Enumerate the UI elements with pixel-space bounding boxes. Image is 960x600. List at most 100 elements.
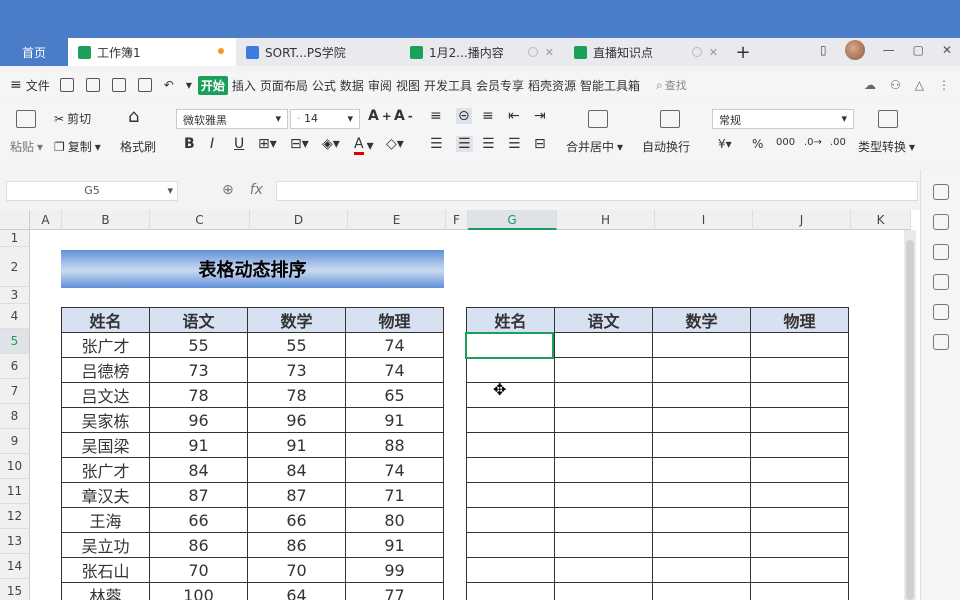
minimize-icon[interactable]: — xyxy=(883,43,895,57)
type-convert-button[interactable]: 类型转换 ▾ xyxy=(858,138,915,155)
tab-home[interactable]: 首页 xyxy=(0,38,68,66)
column-header[interactable]: C xyxy=(150,210,250,230)
column-header[interactable]: J xyxy=(753,210,851,230)
increase-decimal-icon[interactable]: .0→ xyxy=(804,137,822,148)
empty-cell[interactable] xyxy=(652,582,751,600)
table-header[interactable]: 数学 xyxy=(247,307,346,333)
settings-sliders-icon[interactable] xyxy=(932,184,949,200)
table-cell[interactable]: 70 xyxy=(247,557,346,583)
column-header[interactable]: I xyxy=(655,210,753,230)
table-cell[interactable]: 100 xyxy=(149,582,248,600)
empty-cell[interactable] xyxy=(652,507,751,533)
empty-cell[interactable] xyxy=(750,407,849,433)
empty-cell[interactable] xyxy=(652,332,751,358)
empty-cell[interactable] xyxy=(652,357,751,383)
pointer-icon[interactable] xyxy=(932,214,949,230)
undo-icon[interactable]: ↶ xyxy=(164,78,174,92)
table-cell[interactable]: 吴立功 xyxy=(61,532,150,558)
column-header[interactable]: D xyxy=(250,210,348,230)
empty-cell[interactable] xyxy=(554,357,653,383)
row-header[interactable]: 4 xyxy=(0,304,30,329)
table-header[interactable]: 物理 xyxy=(345,307,444,333)
table-cell[interactable]: 96 xyxy=(247,407,346,433)
menu-data[interactable]: 数据 xyxy=(340,77,364,94)
empty-cell[interactable] xyxy=(652,432,751,458)
table-cell[interactable]: 73 xyxy=(247,357,346,383)
empty-cell[interactable] xyxy=(750,482,849,508)
table-cell[interactable]: 84 xyxy=(149,457,248,483)
table-header[interactable]: 物理 xyxy=(750,307,849,333)
empty-cell[interactable] xyxy=(652,532,751,558)
empty-cell[interactable] xyxy=(466,407,555,433)
empty-cell[interactable] xyxy=(750,332,849,358)
indent-decrease-icon[interactable]: ⇤ xyxy=(508,108,520,124)
fill-color-icon[interactable]: ◈▾ xyxy=(322,136,340,152)
table-cell[interactable]: 55 xyxy=(149,332,248,358)
menu-formula[interactable]: 公式 xyxy=(312,77,336,94)
empty-cell[interactable] xyxy=(554,432,653,458)
empty-cell[interactable] xyxy=(466,332,555,358)
table-cell[interactable]: 87 xyxy=(149,482,248,508)
menu-vip[interactable]: 会员专享 xyxy=(476,77,524,94)
menu-start[interactable]: 开始 xyxy=(197,75,228,95)
tab-sort-ps[interactable]: SORT...PS学院 xyxy=(236,38,400,66)
cloud-icon[interactable]: ☁ xyxy=(864,78,876,92)
tools-icon[interactable] xyxy=(932,304,949,320)
brush-icon[interactable]: ⌂ xyxy=(128,106,139,127)
table-header[interactable]: 数学 xyxy=(652,307,751,333)
zoom-icon[interactable]: ⊕ xyxy=(222,182,234,198)
tab-live-content[interactable]: 1月2...播内容 ✕ xyxy=(400,38,564,66)
column-header[interactable]: B xyxy=(62,210,150,230)
alert-icon[interactable]: △ xyxy=(915,78,924,92)
percent-icon[interactable]: % xyxy=(752,137,763,151)
table-cell[interactable]: 91 xyxy=(345,407,444,433)
table-cell[interactable]: 55 xyxy=(247,332,346,358)
empty-cell[interactable] xyxy=(652,382,751,408)
empty-cell[interactable] xyxy=(466,432,555,458)
table-header[interactable]: 语文 xyxy=(554,307,653,333)
row-header[interactable]: 5 xyxy=(0,329,30,354)
table-cell[interactable]: 73 xyxy=(149,357,248,383)
close-icon[interactable]: ✕ xyxy=(709,46,718,59)
sheet-title[interactable]: 表格动态排序 xyxy=(61,250,444,288)
merge-center-button[interactable]: 合并居中 ▾ xyxy=(566,138,623,155)
row-header[interactable]: 15 xyxy=(0,579,30,600)
underline-button[interactable]: U xyxy=(234,136,244,152)
close-icon[interactable]: ✕ xyxy=(545,46,554,59)
close-icon[interactable]: ✕ xyxy=(942,43,952,57)
font-family-select[interactable]: 微软雅黑 ▾ xyxy=(176,109,288,129)
avatar[interactable] xyxy=(844,40,865,60)
menu-resources[interactable]: 稻壳资源 xyxy=(528,77,576,94)
save-icon[interactable] xyxy=(59,78,74,92)
cut-button[interactable]: ✂ 剪切 xyxy=(54,110,91,127)
table-cell[interactable]: 74 xyxy=(345,332,444,358)
row-header[interactable]: 14 xyxy=(0,554,30,579)
export-icon[interactable] xyxy=(85,78,100,92)
empty-cell[interactable] xyxy=(554,582,653,600)
row-header[interactable]: 6 xyxy=(0,354,30,379)
empty-cell[interactable] xyxy=(750,457,849,483)
row-header[interactable]: 2 xyxy=(0,247,30,287)
layout-icon[interactable]: ▯ xyxy=(820,43,827,57)
menu-review[interactable]: 审阅 xyxy=(368,77,392,94)
empty-cell[interactable] xyxy=(554,457,653,483)
empty-cell[interactable] xyxy=(652,557,751,583)
table-cell[interactable]: 86 xyxy=(247,532,346,558)
align-right-icon[interactable]: ☰ xyxy=(482,136,495,152)
row-header[interactable]: 10 xyxy=(0,454,30,479)
column-header[interactable]: G xyxy=(468,210,557,230)
column-header[interactable]: F xyxy=(446,210,468,230)
row-header[interactable]: 8 xyxy=(0,404,30,429)
empty-cell[interactable] xyxy=(466,557,555,583)
shape-icon[interactable] xyxy=(932,244,949,260)
table-cell[interactable]: 吴家栋 xyxy=(61,407,150,433)
dropdown-icon[interactable]: ▾ xyxy=(186,78,192,92)
empty-cell[interactable] xyxy=(466,382,555,408)
search-label[interactable]: 查找 xyxy=(665,77,687,93)
row-header[interactable]: 7 xyxy=(0,379,30,404)
empty-cell[interactable] xyxy=(750,382,849,408)
select-all-corner[interactable] xyxy=(0,210,30,230)
column-header[interactable]: A xyxy=(30,210,62,230)
table-header[interactable]: 语文 xyxy=(149,307,248,333)
column-header[interactable]: H xyxy=(557,210,655,230)
